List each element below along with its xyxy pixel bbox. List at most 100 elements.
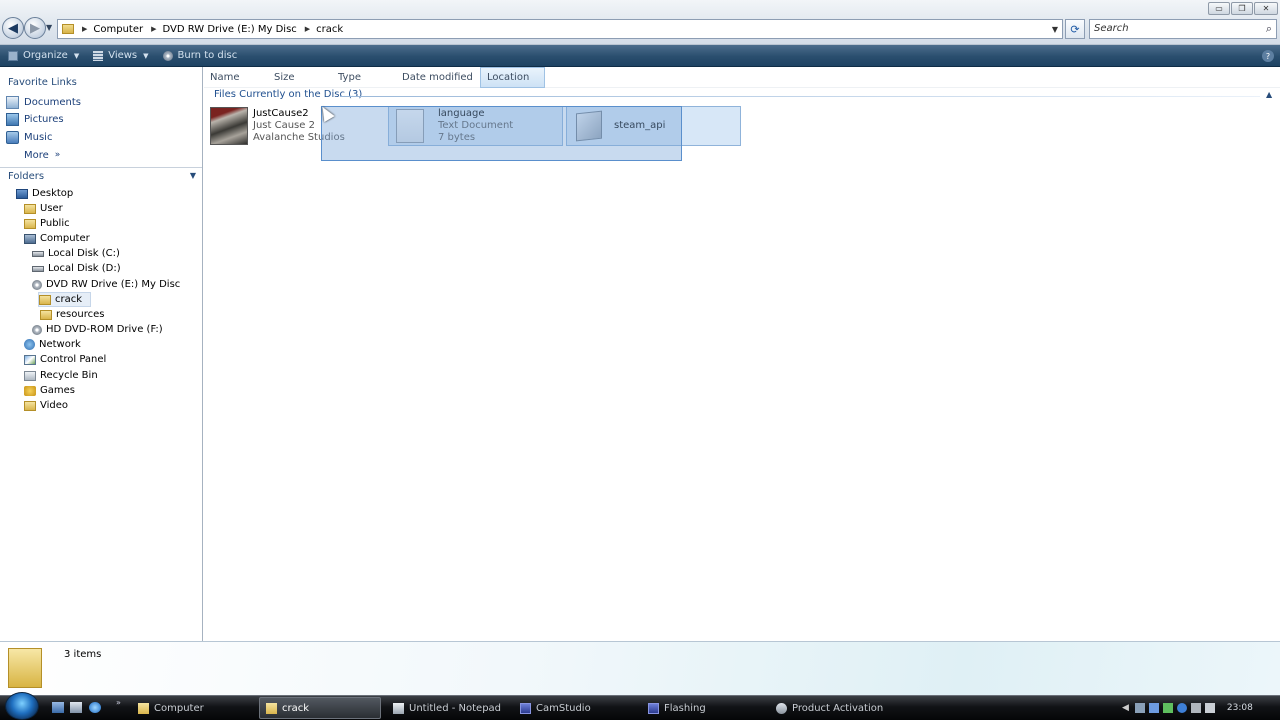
recent-pages-dropdown[interactable]: ▼	[46, 23, 52, 32]
column-header-size[interactable]: Size	[268, 67, 332, 88]
taskbar-button-crack[interactable]: crack	[259, 697, 381, 719]
help-button[interactable]: ?	[1262, 50, 1274, 62]
tree-item-hd-dvd-rom-drive[interactable]: HD DVD-ROM Drive (F:)	[32, 322, 163, 337]
tree-item-crack[interactable]: crack	[38, 292, 92, 307]
chevron-down-icon: ▼	[143, 51, 149, 60]
switch-windows-icon[interactable]	[70, 702, 82, 713]
details-pane: 3 items	[0, 641, 1280, 695]
system-tray: ◀ 23:08	[1122, 697, 1280, 719]
internet-explorer-icon[interactable]	[89, 702, 101, 713]
minimize-button[interactable]: ▭	[1208, 2, 1230, 15]
rubber-band-selection	[321, 106, 682, 161]
burn-label: Burn to disc	[177, 50, 238, 61]
tree-item-dvd-rw-drive[interactable]: DVD RW Drive (E:) My Disc	[32, 277, 180, 292]
taskbar-button-computer[interactable]: Computer	[132, 697, 254, 719]
signal-icon[interactable]	[1162, 703, 1173, 713]
disc-icon	[162, 50, 173, 61]
chevron-down-icon: ▼	[189, 171, 196, 180]
camstudio-icon	[520, 702, 531, 714]
network-status-icon[interactable]	[1134, 703, 1145, 713]
address-bar[interactable]: ▶ Computer ▶ DVD RW Drive (E:) My Disc ▶…	[57, 19, 1063, 39]
burn-to-disc-button[interactable]: Burn to disc	[162, 45, 238, 67]
maximize-button[interactable]: ❐	[1231, 2, 1253, 15]
tree-item-network[interactable]: Network	[24, 337, 81, 352]
folders-title: Folders	[8, 170, 45, 182]
start-button[interactable]	[5, 692, 39, 720]
organize-label: Organize	[23, 50, 68, 61]
back-arrow-icon: ◀	[8, 20, 18, 36]
chevron-left-icon[interactable]: ◀	[1122, 703, 1129, 713]
back-button[interactable]: ◀	[2, 17, 24, 39]
forward-button[interactable]: ▶	[24, 17, 46, 39]
taskbar-button-camstudio[interactable]: CamStudio	[514, 697, 636, 719]
dvd-icon	[32, 279, 42, 290]
tray-app-icon[interactable]	[1148, 703, 1159, 713]
organize-button[interactable]: Organize ▼	[8, 45, 79, 67]
recycle-bin-icon	[24, 370, 36, 381]
volume-icon[interactable]	[1204, 703, 1215, 713]
network-icon	[24, 339, 35, 350]
column-header-date-modified[interactable]: Date modified	[396, 67, 480, 88]
taskbar-button-flashing[interactable]: Flashing	[642, 697, 764, 719]
tree-label: DVD RW Drive (E:) My Disc	[46, 279, 181, 290]
tree-item-video[interactable]: Video	[24, 398, 68, 413]
column-header-name[interactable]: Name	[204, 67, 268, 88]
group-header[interactable]: Files Currently on the Disc (3)	[214, 89, 362, 100]
favorite-label: Documents	[24, 96, 82, 108]
breadcrumb-separator-icon[interactable]: ▶	[151, 25, 156, 33]
breadcrumb-computer[interactable]: Computer	[93, 24, 143, 35]
task-label: CamStudio	[536, 702, 591, 714]
tree-item-local-disk-c[interactable]: Local Disk (C:)	[32, 246, 120, 261]
tree-item-local-disk-d[interactable]: Local Disk (D:)	[32, 261, 121, 276]
favorite-more[interactable]: More »	[24, 147, 60, 163]
tree-label: crack	[55, 294, 83, 305]
column-header-type[interactable]: Type	[332, 67, 396, 88]
pictures-icon	[6, 112, 19, 126]
tree-item-user[interactable]: User	[24, 201, 63, 216]
tree-item-recycle-bin[interactable]: Recycle Bin	[24, 368, 98, 383]
show-desktop-icon[interactable]	[52, 702, 64, 713]
double-chevron-icon[interactable]: »	[116, 698, 121, 707]
column-header-location[interactable]: Location	[480, 67, 545, 88]
forward-arrow-icon: ▶	[30, 20, 40, 36]
tree-label: Network	[39, 339, 81, 350]
task-label: Computer	[154, 702, 204, 714]
address-dropdown-icon[interactable]: ▼	[1052, 25, 1058, 34]
tree-item-control-panel[interactable]: Control Panel	[24, 352, 106, 367]
tree-label: Control Panel	[40, 354, 107, 365]
favorite-pictures[interactable]: Pictures	[6, 111, 64, 127]
tree-item-public[interactable]: Public	[24, 216, 70, 231]
favorite-documents[interactable]: Documents	[6, 94, 81, 110]
close-button[interactable]: ✕	[1254, 2, 1278, 15]
favorite-music[interactable]: Music	[6, 129, 52, 145]
clock[interactable]: 23:08	[1227, 703, 1253, 713]
taskbar-button-notepad[interactable]: Untitled - Notepad	[387, 697, 509, 719]
views-button[interactable]: Views ▼	[93, 45, 149, 67]
column-headers: Name Size Type Date modified Location	[204, 67, 1280, 88]
task-label: Untitled - Notepad	[409, 702, 502, 714]
power-icon[interactable]	[1190, 703, 1201, 713]
search-input[interactable]: Search ⌕	[1089, 19, 1277, 39]
tree-item-computer[interactable]: Computer	[24, 231, 90, 246]
tree-item-games[interactable]: Games	[24, 383, 75, 398]
double-chevron-icon: »	[54, 150, 61, 160]
key-icon	[776, 702, 787, 714]
tree-item-resources[interactable]: resources	[40, 307, 104, 322]
breadcrumb-dvd-drive[interactable]: DVD RW Drive (E:) My Disc	[163, 24, 297, 35]
folders-header[interactable]: Folders ▼	[0, 167, 202, 184]
taskbar-button-product-activation[interactable]: Product Activation	[770, 697, 892, 719]
chevron-up-icon[interactable]: ▲	[1266, 90, 1272, 99]
breadcrumb-crack[interactable]: crack	[316, 24, 343, 35]
breadcrumb-separator-icon[interactable]: ▶	[305, 25, 310, 33]
bluetooth-icon[interactable]	[1176, 703, 1187, 713]
notepad-icon	[393, 702, 404, 714]
favorite-label: Music	[24, 131, 53, 143]
tree-label: User	[40, 203, 63, 214]
tree-item-desktop[interactable]: Desktop	[16, 186, 73, 201]
search-icon[interactable]: ⌕	[1266, 22, 1272, 36]
breadcrumb-separator-icon[interactable]: ▶	[82, 25, 87, 33]
control-panel-icon	[24, 354, 36, 365]
folder-icon	[24, 400, 36, 411]
refresh-button[interactable]: ⟳	[1065, 19, 1085, 39]
folder-icon	[62, 24, 74, 34]
